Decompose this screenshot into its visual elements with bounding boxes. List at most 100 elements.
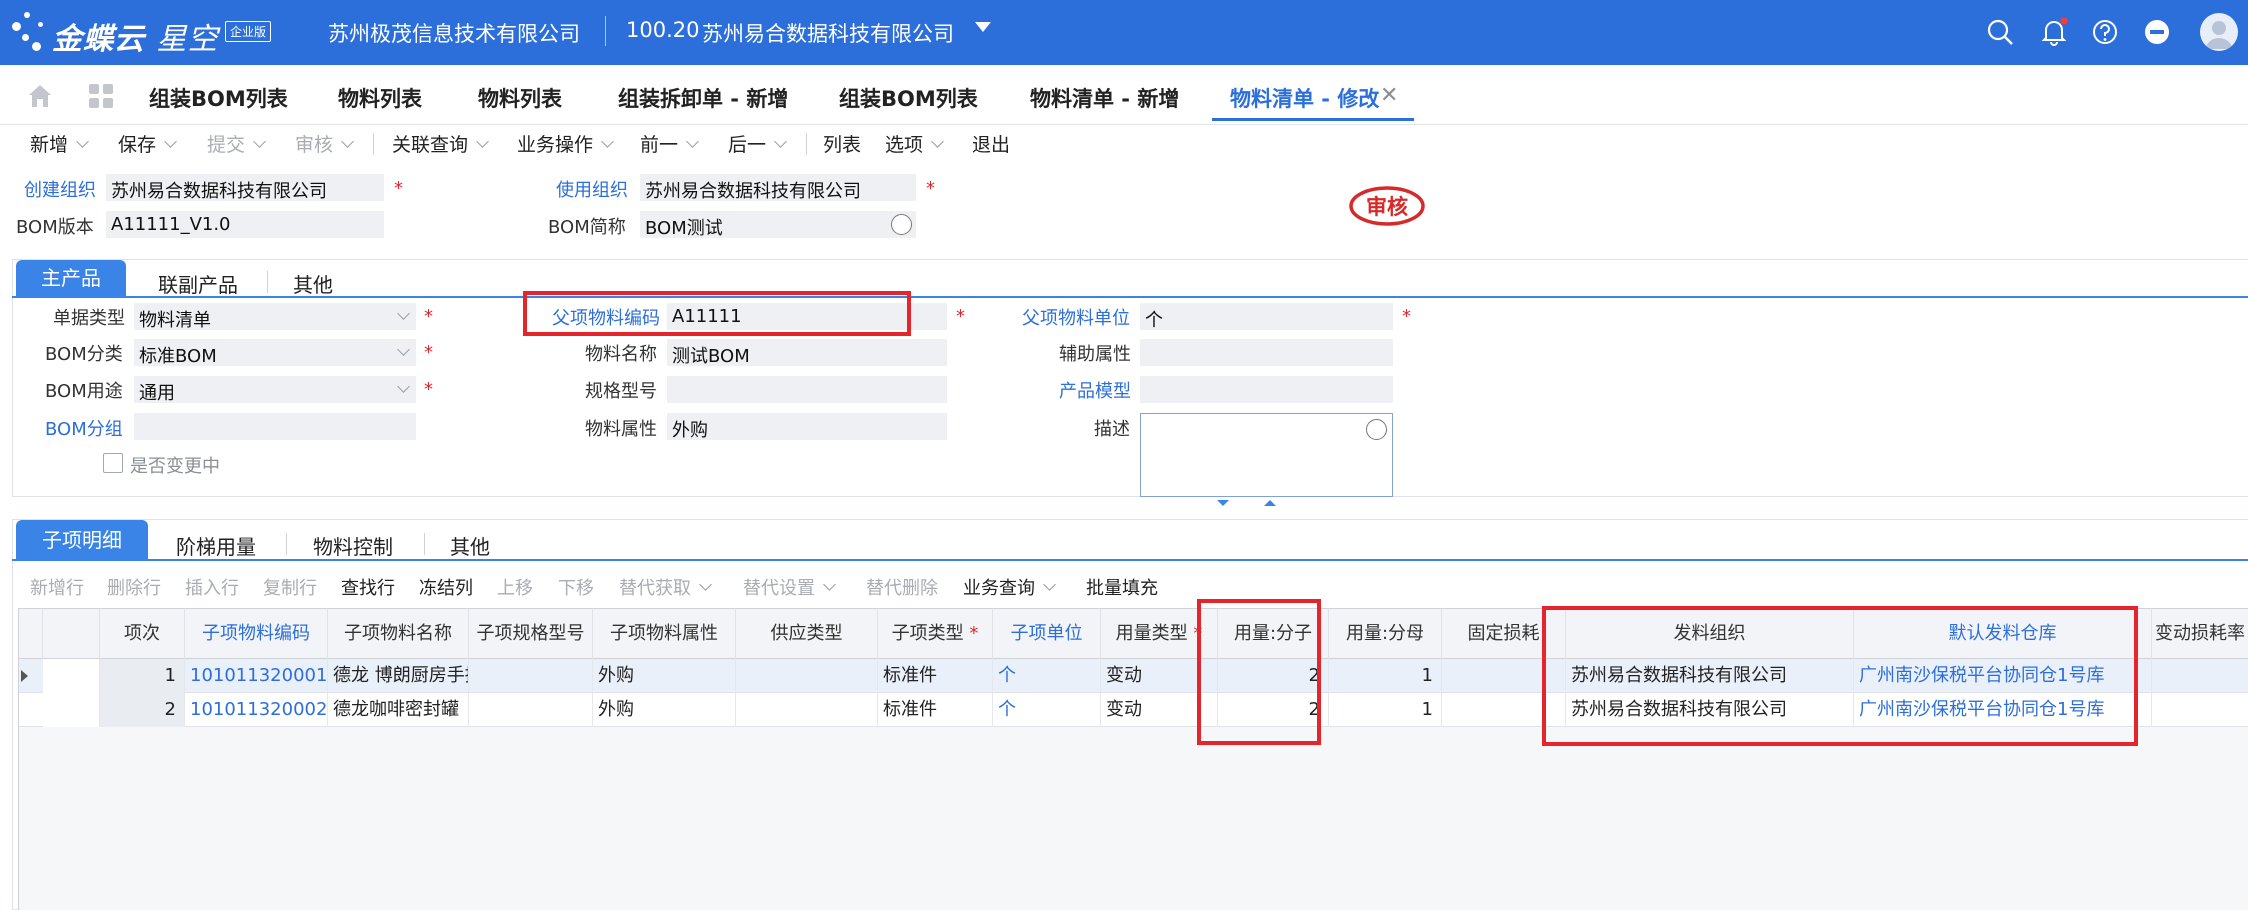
move-up-button[interactable]: 上移 (497, 574, 533, 600)
business-ops-button[interactable]: 业务操作 (517, 130, 614, 157)
product-model-field[interactable] (1140, 376, 1393, 403)
tab-bom-edit[interactable]: 物料清单 - 修改 (1230, 83, 1379, 113)
related-query-button[interactable]: 关联查询 (392, 130, 489, 157)
cell-issue-org[interactable]: 苏州易合数据科技有限公司 (1566, 659, 1854, 693)
search-icon[interactable] (1985, 17, 2015, 47)
tab-co-product[interactable]: 联副产品 (158, 269, 238, 298)
col-default-warehouse[interactable]: 默认发料仓库 (1854, 609, 2152, 659)
cell-var-loss[interactable] (2152, 659, 2248, 693)
cell-denominator[interactable]: 1 (1329, 659, 1442, 693)
col-child-unit[interactable]: 子项单位 (993, 609, 1101, 659)
description-textarea[interactable] (1140, 413, 1393, 497)
submit-button[interactable]: 提交 (207, 130, 266, 157)
multilang-icon[interactable] (891, 214, 912, 235)
bom-group-label[interactable]: BOM分组 (45, 415, 123, 441)
tab-assembly-bom-list-2[interactable]: 组装BOM列表 (839, 83, 978, 113)
home-icon[interactable] (26, 83, 54, 109)
chevron-down-icon[interactable] (397, 343, 410, 356)
collapse-toggle-icon[interactable] (1213, 496, 1283, 510)
audit-button[interactable]: 审核 (295, 130, 354, 157)
cell-fixed-loss[interactable] (1442, 693, 1566, 727)
cell-default-warehouse[interactable]: 广州南沙保税平台协同仓1号库 (1854, 693, 2152, 727)
cell-child-attr[interactable]: 外购 (593, 659, 736, 693)
table-row[interactable]: 2 101011320002 德龙咖啡密封罐 外购 标准件 个 变动 2 1 苏… (19, 693, 2248, 727)
cell-child-attr[interactable]: 外购 (593, 693, 736, 727)
parent-unit-label[interactable]: 父项物料单位 (1022, 304, 1130, 330)
cell-default-warehouse[interactable]: 广州南沙保税平台协同仓1号库 (1854, 659, 2152, 693)
use-org-field[interactable]: 苏州易合数据科技有限公司 (640, 174, 916, 201)
parent-code-field[interactable]: A11111 (667, 303, 947, 330)
chevron-down-icon[interactable] (699, 578, 712, 591)
tab-assembly-bom-list[interactable]: 组装BOM列表 (149, 83, 288, 113)
cell-child-spec[interactable] (469, 659, 593, 693)
cell-fixed-loss[interactable] (1442, 659, 1566, 693)
copy-row-button[interactable]: 复制行 (263, 574, 317, 600)
material-attr-field[interactable]: 外购 (667, 413, 947, 440)
chevron-down-icon[interactable] (397, 307, 410, 320)
chevron-down-icon[interactable] (164, 135, 177, 148)
current-company[interactable]: 苏州极茂信息技术有限公司 (328, 18, 580, 48)
chevron-down-icon[interactable] (774, 135, 787, 148)
cell-child-unit[interactable]: 个 (993, 659, 1101, 693)
insert-row-button[interactable]: 插入行 (185, 574, 239, 600)
doc-type-select[interactable]: 物料清单 (134, 303, 416, 330)
cell-child-code[interactable]: 101011320002 (185, 693, 328, 727)
chevron-down-icon[interactable] (975, 22, 991, 32)
tab-ladder-usage[interactable]: 阶梯用量 (176, 531, 256, 560)
create-org-field[interactable]: 苏州易合数据科技有限公司 (106, 174, 384, 201)
multilang-icon[interactable] (1366, 419, 1387, 440)
col-qty-type[interactable]: 用量类型 * (1101, 609, 1218, 659)
cell-numerator[interactable]: 2 (1218, 659, 1329, 693)
alt-set-button[interactable]: 替代设置 (743, 574, 836, 600)
next-button[interactable]: 后一 (728, 130, 787, 157)
exit-button[interactable]: 退出 (972, 130, 1010, 157)
new-button[interactable]: 新增 (30, 130, 89, 157)
tab-main-product[interactable]: 主产品 (16, 260, 126, 297)
bom-group-field[interactable] (134, 413, 416, 440)
col-child-code[interactable]: 子项物料编码 (185, 609, 328, 659)
chevron-down-icon[interactable] (253, 135, 266, 148)
col-numerator[interactable]: 用量:分子 (1218, 609, 1329, 659)
cell-child-name[interactable]: 德龙 博朗厨房手持搅拌机 (328, 659, 469, 693)
alt-get-button[interactable]: 替代获取 (619, 574, 712, 600)
add-row-button[interactable]: 新增行 (30, 574, 84, 600)
spec-field[interactable] (667, 376, 947, 403)
chevron-down-icon[interactable] (601, 135, 614, 148)
cell-var-loss[interactable] (2152, 693, 2248, 727)
apps-grid-icon[interactable] (88, 83, 114, 109)
tab-other[interactable]: 其他 (293, 269, 333, 298)
delete-row-button[interactable]: 删除行 (107, 574, 161, 600)
tab-child-items[interactable]: 子项明细 (16, 520, 148, 560)
cell-supply-type[interactable] (736, 659, 878, 693)
bom-class-select[interactable]: 标准BOM (134, 339, 416, 366)
product-model-label[interactable]: 产品模型 (1059, 377, 1131, 403)
tab-bom-new[interactable]: 物料清单 - 新增 (1030, 83, 1179, 113)
save-button[interactable]: 保存 (118, 130, 177, 157)
cell-issue-org[interactable]: 苏州易合数据科技有限公司 (1566, 693, 1854, 727)
tab-detail-other[interactable]: 其他 (450, 531, 490, 560)
find-row-button[interactable]: 查找行 (341, 574, 395, 600)
col-child-attr[interactable]: 子项物料属性 (593, 609, 736, 659)
avatar[interactable] (2200, 13, 2238, 51)
col-fixed-loss[interactable]: 固定损耗 (1442, 609, 1566, 659)
options-button[interactable]: 选项 (885, 130, 944, 157)
chevron-down-icon[interactable] (341, 135, 354, 148)
chevron-down-icon[interactable] (476, 135, 489, 148)
prev-button[interactable]: 前一 (640, 130, 699, 157)
alt-delete-button[interactable]: 替代删除 (866, 574, 938, 600)
bom-version-field[interactable]: A11111_V1.0 (106, 211, 384, 238)
cell-child-type[interactable]: 标准件 (878, 693, 993, 727)
bom-use-select[interactable]: 通用 (134, 376, 416, 403)
list-button[interactable]: 列表 (823, 130, 861, 157)
row-select-cell[interactable] (43, 659, 100, 693)
col-supply-type[interactable]: 供应类型 (736, 609, 878, 659)
chevron-down-icon[interactable] (1043, 578, 1056, 591)
cell-child-unit[interactable]: 个 (993, 693, 1101, 727)
aux-attr-field[interactable] (1140, 339, 1393, 366)
help-icon[interactable] (2090, 17, 2120, 47)
account-company[interactable]: 苏州易合数据科技有限公司 (702, 18, 954, 48)
cell-qty-type[interactable]: 变动 (1101, 659, 1218, 693)
tab-assembly-order-new[interactable]: 组装拆卸单 - 新增 (618, 83, 788, 113)
cell-child-code[interactable]: 101011320001 (185, 659, 328, 693)
create-org-label[interactable]: 创建组织 (24, 176, 96, 202)
